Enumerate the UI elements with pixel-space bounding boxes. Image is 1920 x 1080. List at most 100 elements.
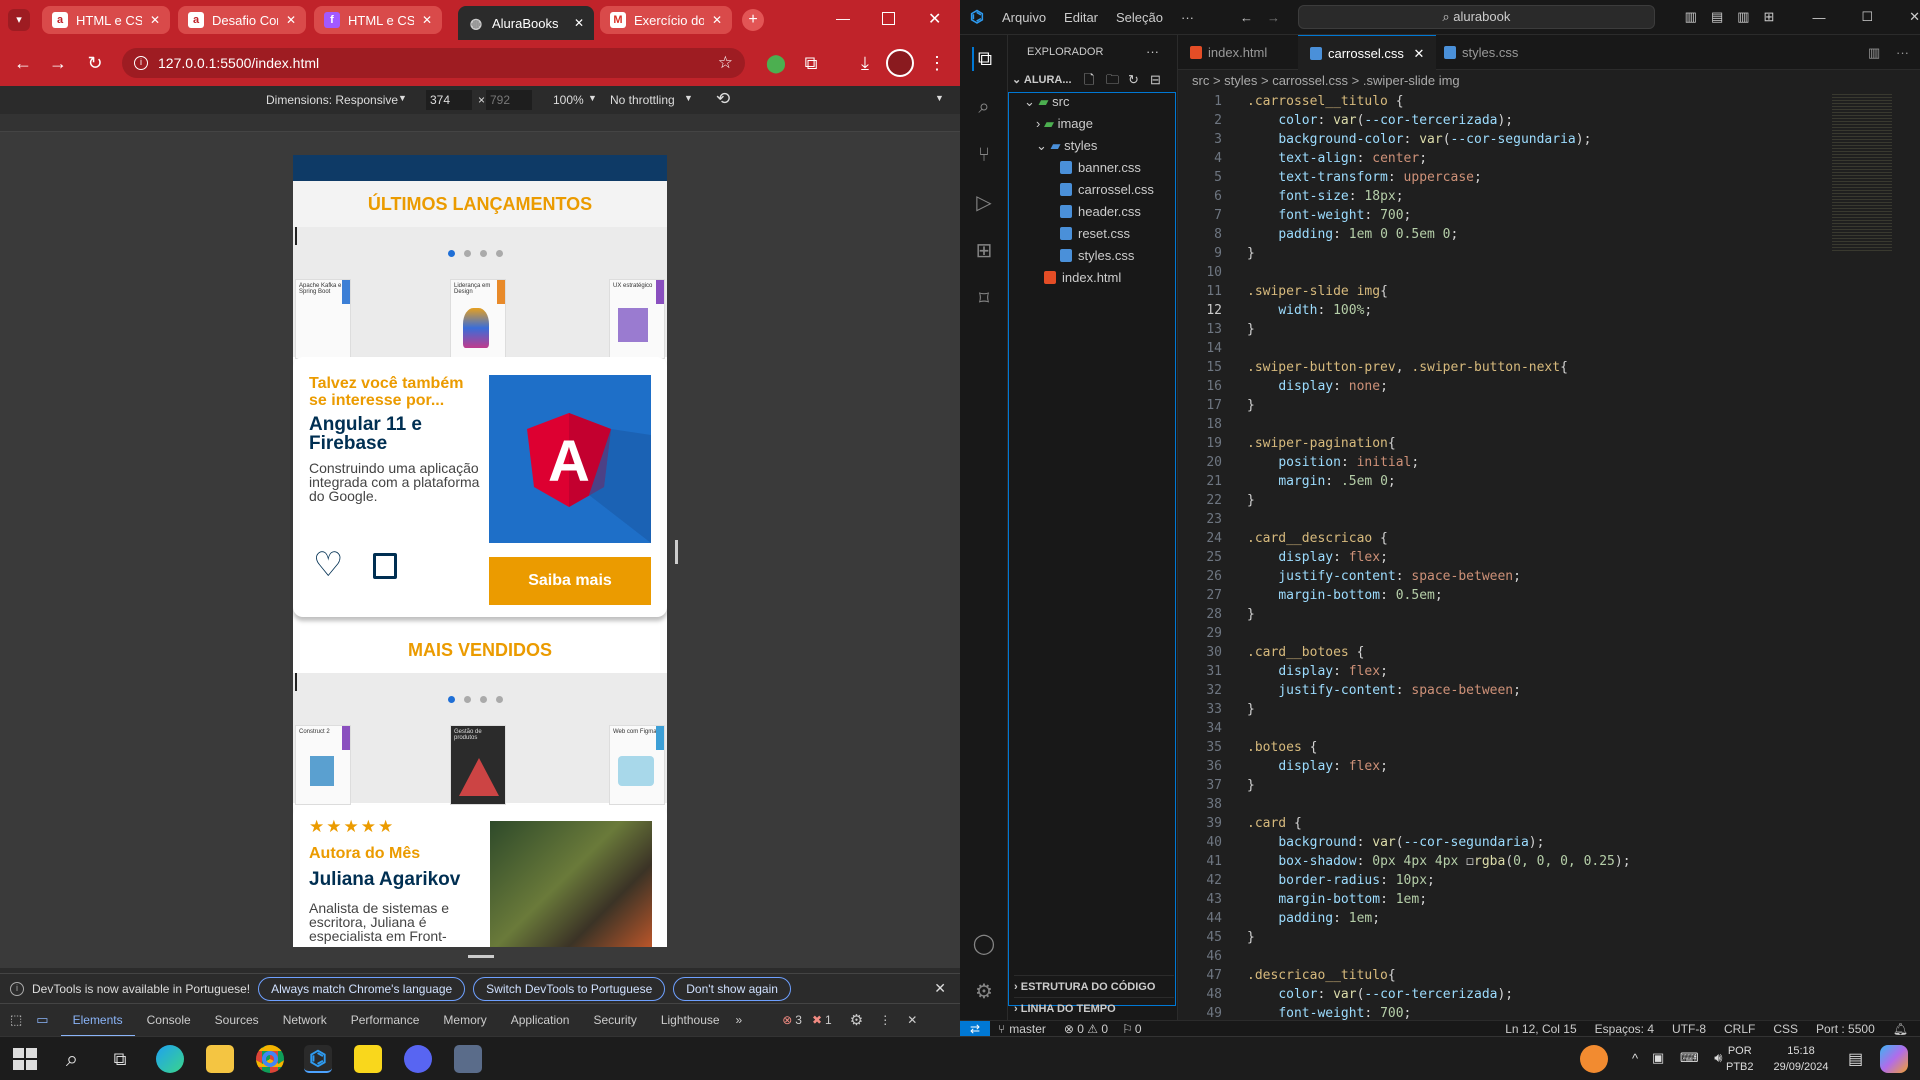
warning-icon[interactable]: ✖ xyxy=(812,1013,822,1027)
editor-tab-index[interactable]: index.html xyxy=(1178,35,1279,70)
search-icon[interactable]: ⌕ xyxy=(58,1045,86,1073)
bookmark-icon[interactable]: ⌑ xyxy=(972,287,996,311)
language-indicator[interactable]: POR PTB2 xyxy=(1726,1043,1754,1075)
manage-gear-icon[interactable]: ⚙ xyxy=(972,980,996,1004)
pagination-dot[interactable] xyxy=(448,696,455,703)
encoding[interactable]: UTF-8 xyxy=(1672,1022,1706,1036)
tree-file-carrossel[interactable]: carrossel.css xyxy=(1060,179,1154,201)
language-mode[interactable]: CSS xyxy=(1773,1022,1798,1036)
dimensions-select[interactable]: Dimensions: Responsive xyxy=(266,93,398,107)
editor-tab-styles[interactable]: styles.css xyxy=(1432,35,1530,70)
book-cover[interactable]: Gestão de produtos xyxy=(450,725,506,805)
breadcrumb[interactable]: src > styles > carrossel.css > .swiper-s… xyxy=(1178,70,1920,92)
clock[interactable]: 15:18 29/09/2024 xyxy=(1766,1043,1836,1075)
book-cover[interactable]: Liderança em Design xyxy=(450,279,506,359)
throttle-select[interactable]: No throttling xyxy=(610,93,675,107)
close-notice-icon[interactable]: ✕ xyxy=(934,980,946,997)
ports-icon[interactable]: ⚐ xyxy=(1122,1022,1133,1036)
switch-portuguese-button[interactable]: Switch DevTools to Portuguese xyxy=(473,976,666,1001)
close-icon[interactable]: ✕ xyxy=(286,13,296,27)
calculator-icon[interactable] xyxy=(454,1045,482,1073)
close-icon[interactable]: ✕ xyxy=(1413,46,1424,61)
pagination-dot[interactable] xyxy=(464,696,471,703)
pagination-dot[interactable] xyxy=(448,250,455,257)
tab-security[interactable]: Security xyxy=(581,1004,648,1037)
angular-book-cover[interactable]: A xyxy=(489,375,651,543)
browser-tab[interactable]: M Exercício do ✕ xyxy=(600,6,732,34)
close-icon[interactable]: ✕ xyxy=(150,13,160,27)
chrome-icon[interactable] xyxy=(256,1045,284,1073)
source-control-icon[interactable]: ⑂ xyxy=(972,143,996,167)
pagination-dot[interactable] xyxy=(464,250,471,257)
refresh-icon[interactable]: ↻ xyxy=(1128,69,1139,91)
zoom-select[interactable]: 100% xyxy=(553,93,584,107)
chrome-menu-icon[interactable]: ⋮ xyxy=(926,52,948,74)
width-input[interactable]: 374 xyxy=(426,90,472,110)
tree-file-styles[interactable]: styles.css xyxy=(1060,245,1134,267)
toggle-secondary-icon[interactable]: ▥ xyxy=(1737,9,1749,25)
carousel-lancamentos[interactable]: Apache Kafka e Spring Boot Liderança em … xyxy=(293,227,667,359)
tab-console[interactable]: Console xyxy=(135,1004,203,1037)
editor-tab-carrossel[interactable]: carrossel.css ✕ xyxy=(1298,35,1437,70)
remote-icon[interactable]: ⇄ xyxy=(960,1020,990,1037)
extensions-puzzle-icon[interactable]: ⧉ xyxy=(800,52,822,74)
tab-application[interactable]: Application xyxy=(499,1004,582,1037)
back-icon[interactable]: ← xyxy=(12,52,34,74)
outline-section[interactable]: › ESTRUTURA DO CÓDIGO xyxy=(1014,975,1174,997)
close-window-icon[interactable]: ✕ xyxy=(928,9,941,29)
browser-tab[interactable]: aDesafio Conc✕ xyxy=(178,6,306,34)
cursor-position[interactable]: Ln 12, Col 15 xyxy=(1505,1022,1576,1036)
rotate-icon[interactable]: ⟲ xyxy=(716,89,730,109)
minimap[interactable] xyxy=(1832,92,1892,252)
viewport-bottom-handle[interactable] xyxy=(468,955,494,958)
browser-tab-active[interactable]: ◍ AluraBooks ✕ xyxy=(458,6,594,40)
menu-editar[interactable]: Editar xyxy=(1064,10,1098,25)
reload-icon[interactable]: ↻ xyxy=(84,52,106,74)
pagination-dot[interactable] xyxy=(496,696,503,703)
tray-icons[interactable]: ▣ ⌨ 🔊︎ xyxy=(1652,1050,1728,1066)
pagination-dot[interactable] xyxy=(480,250,487,257)
info-icon[interactable]: i xyxy=(134,56,148,70)
tab-lighthouse[interactable]: Lighthouse xyxy=(649,1004,732,1037)
workspace-header[interactable]: ⌄ ALURA... xyxy=(1012,69,1072,91)
book-cover[interactable]: Apache Kafka e Spring Boot xyxy=(295,279,351,359)
tab-search-button[interactable]: ▾ xyxy=(8,9,30,31)
tab-network[interactable]: Network xyxy=(271,1004,339,1037)
line-ending[interactable]: CRLF xyxy=(1724,1022,1755,1036)
menu-more[interactable]: ··· xyxy=(1181,10,1194,25)
url-text[interactable]: 127.0.0.1:5500/index.html xyxy=(158,55,319,71)
tab-elements[interactable]: Elements xyxy=(60,1004,135,1037)
close-window-icon[interactable]: ✕ xyxy=(1909,9,1920,25)
book-cover[interactable]: UX estratégico xyxy=(609,279,665,359)
height-input[interactable]: 792 xyxy=(486,90,532,110)
profile-avatar[interactable] xyxy=(886,49,914,77)
warning-count[interactable]: 1 xyxy=(825,1013,832,1027)
maximize-icon[interactable]: ☐ xyxy=(1861,9,1873,25)
tab-performance[interactable]: Performance xyxy=(339,1004,432,1037)
forward-icon[interactable]: → xyxy=(1267,10,1280,25)
toggle-panel-icon[interactable]: ▤ xyxy=(1711,9,1723,25)
collapse-icon[interactable]: ⊟ xyxy=(1150,69,1161,91)
edge-icon[interactable] xyxy=(156,1045,184,1073)
notifications-bell-icon[interactable]: 🔔︎ xyxy=(1893,1022,1908,1036)
tree-file-header[interactable]: header.css xyxy=(1060,201,1141,223)
layout-icon[interactable]: ⊞ xyxy=(1764,9,1775,25)
more-tabs-icon[interactable]: » xyxy=(736,1013,743,1027)
account-icon[interactable]: ◯ xyxy=(972,932,996,956)
explorer-more-icon[interactable]: ··· xyxy=(1146,41,1159,63)
toggle-sidebar-icon[interactable]: ▥ xyxy=(1685,9,1697,25)
tray-chevron-icon[interactable]: ^ xyxy=(1632,1051,1638,1066)
task-view-icon[interactable]: ⧉ xyxy=(106,1045,134,1073)
tree-file-banner[interactable]: banner.css xyxy=(1060,157,1141,179)
inspect-icon[interactable]: ⬚ xyxy=(10,1012,22,1028)
css-source-code[interactable]: .carrossel__titulo { color: var(--cor-te… xyxy=(1247,92,1631,1023)
tree-folder-src[interactable]: ⌄ ▰ src xyxy=(1024,91,1069,113)
close-icon[interactable]: ✕ xyxy=(712,13,722,27)
new-file-icon[interactable]: 🗋 xyxy=(1084,69,1094,91)
book-cover[interactable]: Construct 2 xyxy=(295,725,351,805)
discord-icon[interactable] xyxy=(404,1045,432,1073)
sticky-notes-icon[interactable] xyxy=(354,1045,382,1073)
explorer-icon[interactable]: ⧉ xyxy=(972,47,996,71)
copilot-icon[interactable] xyxy=(1880,1045,1908,1073)
command-center-search[interactable]: ⌕ alurabook xyxy=(1298,5,1655,29)
